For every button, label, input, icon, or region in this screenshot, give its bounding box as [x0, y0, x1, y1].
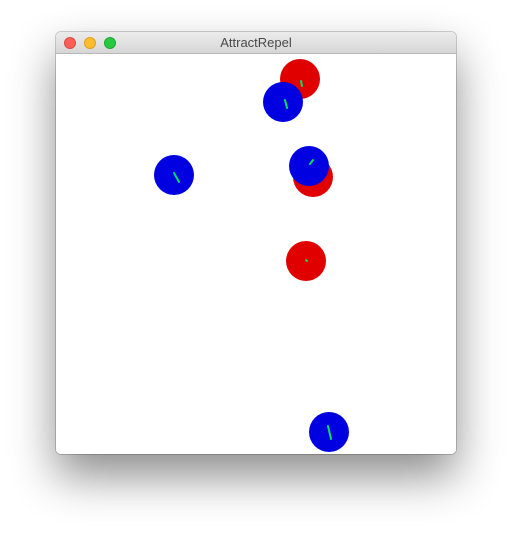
- particle-heading-line: [300, 80, 303, 87]
- sketch-svg: [56, 54, 456, 454]
- particle-heading-line: [305, 259, 308, 262]
- title-bar[interactable]: AttractRepel: [56, 32, 456, 54]
- red-particle: [286, 241, 326, 281]
- blue-particle-body: [263, 82, 303, 122]
- blue-particle-body: [289, 146, 329, 186]
- canvas-background: [56, 54, 456, 454]
- blue-particle: [289, 146, 329, 186]
- window-title: AttractRepel: [220, 35, 292, 50]
- blue-particle: [154, 155, 194, 195]
- blue-particle: [263, 82, 303, 122]
- blue-particle: [309, 412, 349, 452]
- app-window: AttractRepel: [56, 32, 456, 454]
- sketch-canvas[interactable]: [56, 54, 456, 454]
